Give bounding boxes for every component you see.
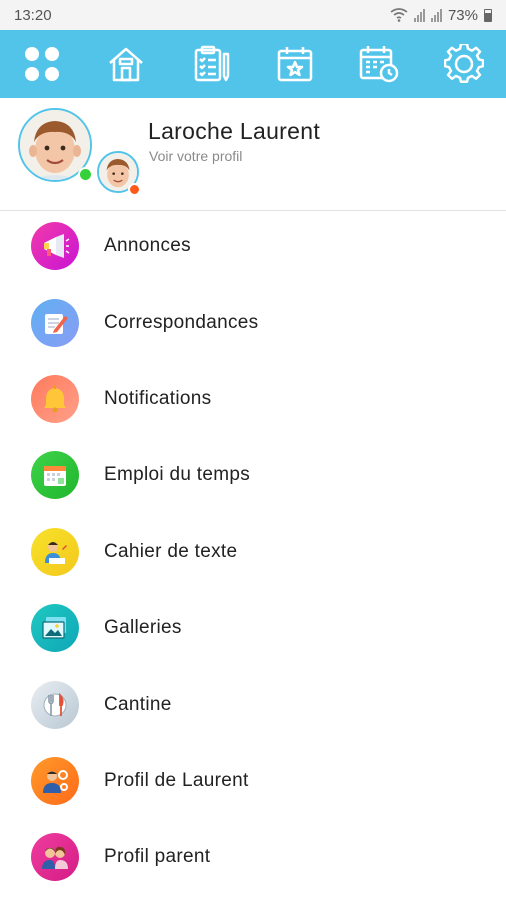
child-settings-icon [31, 756, 79, 805]
menu-item-profil-de-laurent[interactable]: Profil de Laurent [0, 743, 506, 819]
battery-icon [484, 8, 492, 22]
online-status-dot [78, 167, 93, 182]
menu-item-cahier-de-texte[interactable]: Cahier de texte [0, 514, 506, 590]
student-writing-icon [31, 527, 79, 576]
profile-name: Laroche Laurent [148, 118, 321, 144]
status-time: 13:20 [14, 6, 52, 24]
events-button[interactable] [265, 34, 325, 94]
signal-icon-2 [430, 8, 442, 22]
menu-item-label: Notifications [104, 387, 212, 409]
menu-item-label: Emploi du temps [104, 464, 251, 486]
menu-item-correspondances[interactable]: Correspondances [0, 284, 506, 360]
menu-item-label: Galleries [104, 617, 182, 639]
assignments-button[interactable] [181, 34, 241, 94]
apps-grid-button[interactable] [12, 34, 72, 94]
menu-item-cantine[interactable]: Cantine [0, 666, 506, 742]
gear-icon [443, 44, 484, 83]
battery-percent: 73% [447, 6, 478, 24]
gallery-icon [31, 604, 79, 653]
menu-item-profil-parent[interactable]: Profil parent [0, 819, 506, 895]
menu-item-label: Correspondances [104, 311, 259, 333]
calendar-star-icon [277, 47, 313, 82]
schedule-button[interactable] [349, 34, 409, 94]
menu-item-label: Profil parent [104, 846, 211, 868]
child-status-dot [128, 183, 141, 196]
calendar-clock-icon [360, 46, 399, 83]
menu-item-label: Profil de Laurent [104, 769, 249, 791]
profile-header[interactable]: Laroche Laurent Voir votre profil [0, 98, 506, 211]
notepad-pencil-icon [31, 298, 79, 347]
menu-item-notifications[interactable]: Notifications [0, 361, 506, 437]
menu-item-label: Cahier de texte [104, 540, 238, 562]
menu-item-emploi-du-temps[interactable]: Emploi du temps [0, 437, 506, 513]
main-menu: Annonces Correspondances Notifications E… [0, 208, 506, 896]
calendar-icon [31, 451, 79, 500]
menu-item-galleries[interactable]: Galleries [0, 590, 506, 666]
view-profile-link[interactable]: Voir votre profil [149, 148, 242, 164]
apps-grid-icon [25, 47, 60, 81]
megaphone-icon [31, 222, 79, 271]
menu-item-annonces[interactable]: Annonces [0, 208, 506, 284]
menu-item-label: Cantine [104, 693, 172, 715]
home-button[interactable] [96, 34, 156, 94]
parents-icon [31, 833, 79, 882]
menu-item-label: Annonces [104, 235, 191, 257]
bell-icon [31, 374, 79, 423]
signal-icon [413, 8, 425, 22]
status-bar: 13:20 73% [0, 0, 506, 30]
cutlery-icon [31, 680, 79, 729]
settings-button[interactable] [434, 34, 494, 94]
clipboard-checklist-icon [194, 45, 230, 82]
home-icon [109, 47, 144, 82]
top-toolbar [0, 30, 506, 98]
wifi-icon [390, 8, 408, 22]
